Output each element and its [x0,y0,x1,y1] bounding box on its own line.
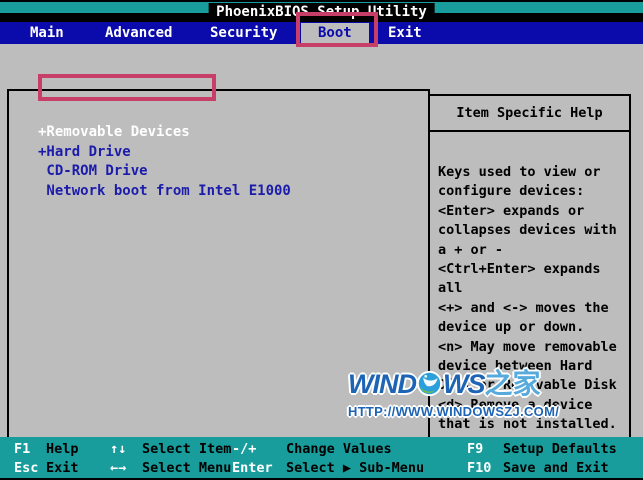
boot-device-item[interactable]: CD-ROM Drive [38,162,291,182]
help-text-line: <Ctrl+Enter> expands [438,261,601,278]
watermark-url: HTTP://WWW.WINDOWSZJ.COM/ [348,404,560,419]
menu-tab-exit[interactable]: Exit [388,22,422,44]
footer-key-description: Help [46,441,79,457]
menu-tab-advanced[interactable]: Advanced [105,22,172,44]
annotation-box-removable-devices [38,74,216,101]
help-text-line: <n> May move removable [438,338,617,355]
boot-device-item[interactable]: Network boot from Intel E1000 [38,182,290,202]
boot-device-list: +Removable Devices +Hard Drive CD-ROM Dri… [38,123,291,202]
watermark-logo: WIND WS之家 [348,362,559,402]
menu-tab-main[interactable]: Main [30,22,64,44]
footer-key: ↑↓ [110,441,127,457]
footer-key: Enter [232,460,273,476]
footer-key-description: Select Item [142,441,232,457]
boot-device-item[interactable]: +Hard Drive [38,143,291,163]
globe-icon [416,370,443,397]
footer-key-description: Select ▶ Sub-Menu [286,460,425,476]
menu-tab-security[interactable]: Security [210,22,277,44]
annotation-box-boot-tab [296,12,378,47]
footer-key: Esc [14,460,39,476]
watermark-text-cn: 之家 [484,367,541,400]
footer-key-description: Save and Exit [503,460,609,476]
watermark-text-wind: WIND [348,369,417,399]
help-text-line: a + or - [438,241,504,258]
watermark-text-ws: WS [442,369,485,399]
key-help-bar: F1 Help ↑↓ Select Item -/+ Change Values F9 Set… [0,437,643,480]
help-panel-title: Item Specific Help [430,96,629,132]
help-text-line: configure devices: [438,183,585,200]
help-text-line: device up or down. [438,319,585,336]
bios-screen: PhoenixBIOS Setup Utility Main Advanced Se… [0,0,643,480]
help-text-line: collapses devices with [438,222,617,239]
boot-device-item[interactable]: +Removable Devices [38,123,291,143]
footer-key-description: Setup Defaults [503,441,617,457]
help-text-line: <Enter> expands or [438,202,585,219]
footer-key: -/+ [232,441,257,457]
watermark: WIND WS之家 HTTP://WWW.WINDOWSZJ.COM/ [348,362,559,419]
footer-key-description: Change Values [286,441,392,457]
footer-key: F10 [467,460,492,476]
footer-key: ←→ [110,460,127,476]
footer-key-description: Exit [46,460,79,476]
help-text-line: all [438,280,463,297]
footer-key-description: Select Menu [142,460,232,476]
footer-key: F1 [14,441,31,457]
help-text-line: Keys used to view or [438,164,601,180]
help-text-line: <+> and <-> moves the [438,299,609,316]
footer-key: F9 [467,441,484,457]
